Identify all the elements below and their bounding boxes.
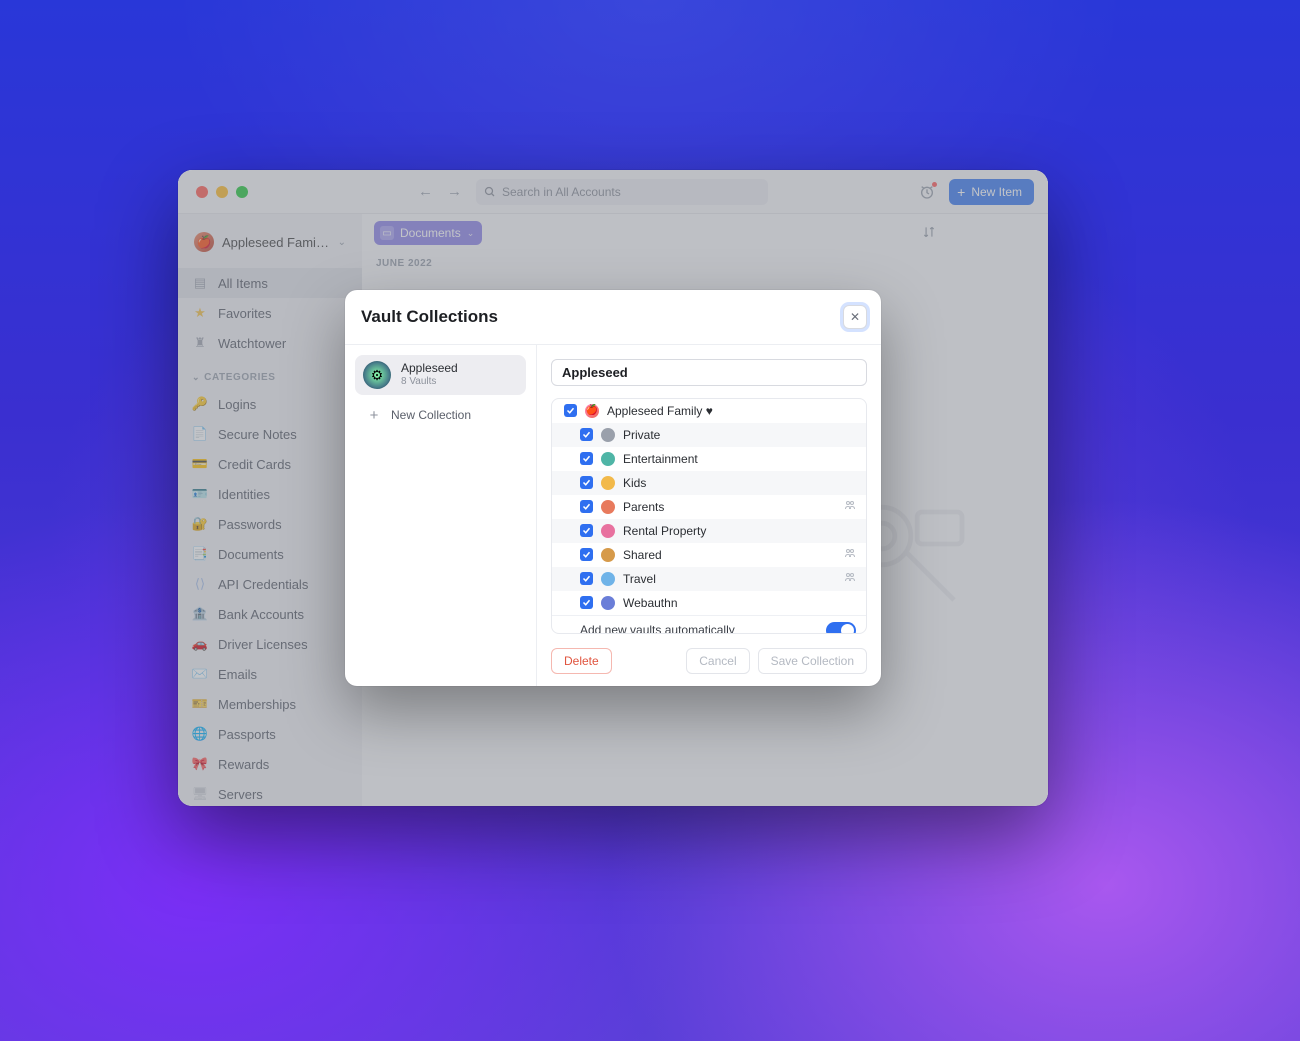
checkbox-checked-icon[interactable] [580,452,593,465]
vault-name: Rental Property [623,524,856,538]
vault-row[interactable]: Webauthn [552,591,866,615]
vault-row[interactable]: Private [552,423,866,447]
checkbox-checked-icon[interactable] [580,548,593,561]
family-icon: 🍎 [585,404,599,418]
checkbox-checked-icon[interactable] [580,524,593,537]
collection-row[interactable]: ⚙︎ Appleseed 8 Vaults [355,355,526,395]
modal-title: Vault Collections [361,307,498,327]
auto-add-toggle[interactable] [826,622,856,634]
delete-button[interactable]: Delete [551,648,612,674]
vault-icon [601,500,615,514]
vault-icon [601,452,615,466]
new-collection-button[interactable]: + New Collection [355,399,526,431]
checkbox-checked-icon[interactable] [580,500,593,513]
save-collection-button[interactable]: Save Collection [758,648,867,674]
vault-name: Shared [623,548,836,562]
collections-sidebar: ⚙︎ Appleseed 8 Vaults + New Collection [345,345,537,686]
new-collection-label: New Collection [391,408,471,422]
vault-row[interactable]: Kids [552,471,866,495]
shared-icon [844,499,856,514]
vault-icon [601,476,615,490]
auto-add-label: Add new vaults automatically [580,623,818,634]
vault-row[interactable]: Parents [552,495,866,519]
vault-collections-modal: Vault Collections ✕ ⚙︎ Appleseed 8 Vault… [345,290,881,686]
checkbox-checked-icon[interactable] [580,476,593,489]
collection-subtitle: 8 Vaults [401,376,458,388]
vault-row[interactable]: Travel [552,567,866,591]
vault-name: Travel [623,572,836,586]
collection-name: Appleseed [401,362,458,376]
collection-editor: 🍎 Appleseed Family ♥ Private Entertainmen… [537,345,881,686]
modal-header: Vault Collections ✕ [345,290,881,344]
vault-family-row[interactable]: 🍎 Appleseed Family ♥ [552,399,866,423]
vault-name: Appleseed Family ♥ [607,404,856,418]
shared-icon [844,571,856,586]
shared-icon [844,547,856,562]
checkbox-checked-icon[interactable] [580,596,593,609]
cancel-button[interactable]: Cancel [686,648,749,674]
checkbox-checked-icon[interactable] [564,404,577,417]
checkbox-checked-icon[interactable] [580,428,593,441]
vault-list: 🍎 Appleseed Family ♥ Private Entertainmen… [551,398,867,634]
modal-footer: Delete Cancel Save Collection [551,634,867,674]
close-icon: ✕ [850,310,860,324]
vault-row[interactable]: Rental Property [552,519,866,543]
checkbox-checked-icon[interactable] [580,572,593,585]
vault-icon [601,548,615,562]
vault-name: Entertainment [623,452,856,466]
vault-icon [601,572,615,586]
vault-name: Webauthn [623,596,856,610]
auto-add-toggle-row: Add new vaults automatically [552,615,866,634]
collection-avatar-icon: ⚙︎ [363,361,391,389]
vault-icon [601,428,615,442]
vault-row[interactable]: Shared [552,543,866,567]
modal-close-button[interactable]: ✕ [843,305,867,329]
vault-row[interactable]: Entertainment [552,447,866,471]
plus-icon: + [367,407,381,424]
vault-name: Private [623,428,856,442]
vault-name: Parents [623,500,836,514]
vault-icon [601,596,615,610]
collection-name-input[interactable] [551,359,867,386]
vault-icon [601,524,615,538]
vault-name: Kids [623,476,856,490]
